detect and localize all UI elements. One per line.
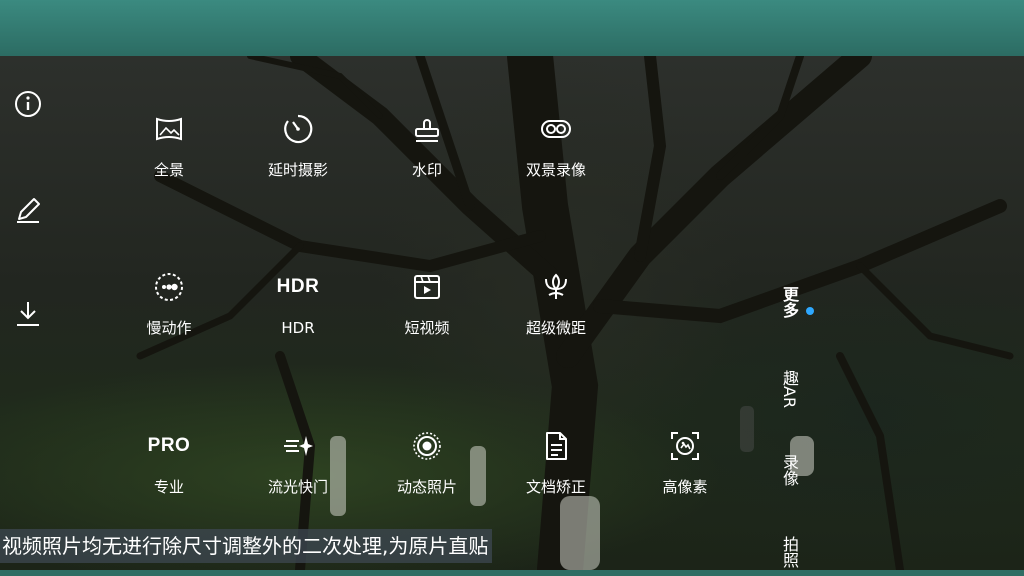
mode-slow-motion[interactable]: 慢动作	[104, 269, 234, 337]
mode-label: 高像素	[662, 478, 708, 496]
mode-tab-strip: 更多 趣AR 录像 拍照	[776, 286, 802, 570]
info-button[interactable]	[10, 86, 46, 122]
bottom-frame-band	[0, 570, 1024, 576]
info-icon	[15, 91, 41, 117]
mode-label: 延时摄影	[267, 161, 328, 179]
mode-label: 短视频	[404, 319, 450, 337]
download-button[interactable]	[10, 296, 46, 332]
mode-label: 全景	[153, 161, 184, 179]
moving-picture-icon	[413, 432, 441, 460]
mode-moving-picture[interactable]: 动态照片	[362, 428, 492, 496]
short-video-icon	[414, 275, 440, 299]
mode-label: 文档矫正	[525, 478, 586, 496]
light-painting-icon	[284, 436, 313, 456]
panorama-icon	[156, 117, 182, 141]
hdr-icon: HDR	[276, 276, 320, 297]
high-resolution-icon	[671, 432, 699, 460]
mode-timelapse[interactable]: 延时摄影	[233, 111, 363, 179]
dual-view-icon	[541, 120, 571, 138]
mode-document-correction[interactable]: 文档矫正	[491, 428, 621, 496]
mode-label: 慢动作	[146, 319, 192, 337]
pro-icon: PRO	[147, 435, 191, 456]
tab-fun-ar[interactable]: 趣AR	[776, 370, 802, 408]
edit-pen-icon	[17, 198, 40, 223]
super-macro-icon	[545, 273, 567, 299]
tab-video[interactable]: 录像	[776, 454, 802, 486]
mode-label: 流光快门	[267, 478, 328, 496]
mode-hdr[interactable]: HDR HDR	[233, 269, 363, 337]
mode-label: 专业	[153, 478, 184, 496]
mode-panorama[interactable]: 全景	[104, 111, 234, 179]
watermark-stamp-icon	[415, 119, 439, 142]
mode-label: HDR	[281, 319, 315, 337]
camera-viewfinder[interactable]: 全景 延时摄影 水印 双景录像 慢动作 HDR HDR 短视频 超级微距 PRO…	[0, 56, 1024, 570]
caption-overlay: 视频照片均无进行除尺寸调整外的二次处理,为原片直贴	[0, 529, 493, 563]
mode-label: 超级微距	[525, 319, 586, 337]
mode-label: 动态照片	[396, 478, 457, 496]
timelapse-icon	[284, 114, 313, 144]
document-correction-icon	[546, 432, 567, 460]
mode-watermark[interactable]: 水印	[362, 111, 492, 179]
tab-more[interactable]: 更多	[776, 286, 802, 318]
mode-super-macro[interactable]: 超级微距	[491, 269, 621, 337]
tab-photo[interactable]: 拍照	[776, 536, 802, 568]
top-frame-band	[0, 0, 1024, 56]
active-tab-indicator	[806, 307, 814, 315]
mode-label: 双景录像	[525, 161, 586, 179]
mode-short-video[interactable]: 短视频	[362, 269, 492, 337]
edit-button[interactable]	[10, 192, 46, 228]
mode-label: 水印	[411, 161, 442, 179]
mode-high-resolution[interactable]: 高像素	[620, 428, 750, 496]
mode-pro[interactable]: PRO 专业	[104, 428, 234, 496]
slow-motion-icon	[155, 273, 183, 301]
mode-dual-view[interactable]: 双景录像	[491, 111, 621, 179]
mode-light-painting[interactable]: 流光快门	[233, 428, 363, 496]
download-icon	[17, 302, 39, 326]
